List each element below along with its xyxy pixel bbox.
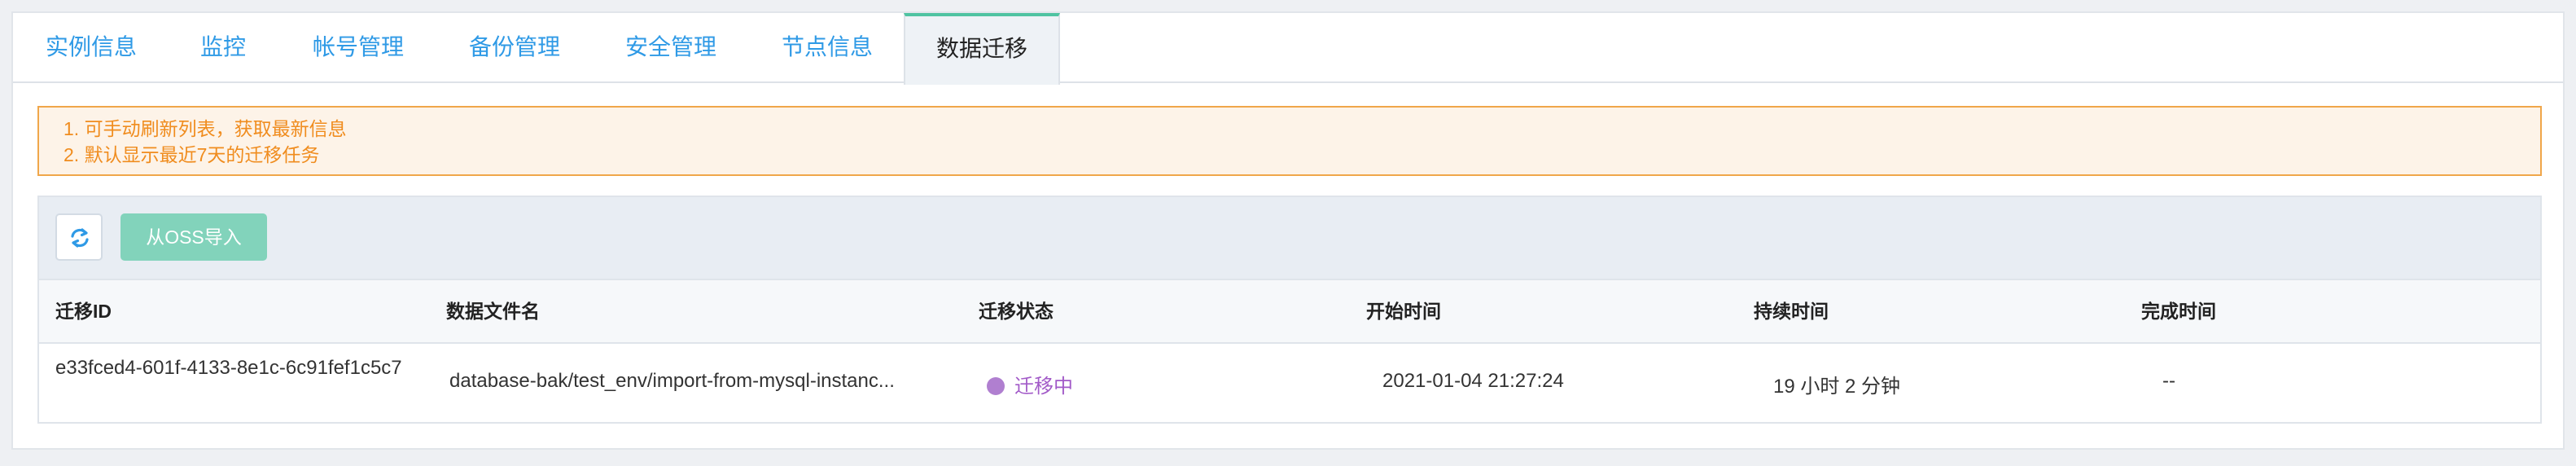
tab-monitoring[interactable]: 监控 <box>200 13 246 81</box>
migration-id-cell: e33fced4-601f-4133-8e1c-6c91fef1c5c7 <box>55 357 402 379</box>
column-header-start-time: 开始时间 <box>1366 301 1441 322</box>
instance-detail-page: 实例信息 监控 帐号管理 备份管理 安全管理 节点信息 数据迁移 1. 可手动刷… <box>11 11 2565 450</box>
column-header-finish-time: 完成时间 <box>2141 301 2216 322</box>
column-header-migration-status: 迁移状态 <box>979 301 1054 322</box>
column-header-file-name: 数据文件名 <box>446 301 540 322</box>
column-header-duration: 持续时间 <box>1754 301 1829 322</box>
tab-security-management[interactable]: 安全管理 <box>625 13 716 81</box>
status-text: 迁移中 <box>1014 376 1073 398</box>
refresh-icon <box>71 228 89 248</box>
import-from-oss-button[interactable]: 从OSS导入 <box>120 213 267 261</box>
tab-account-management[interactable]: 帐号管理 <box>313 13 404 81</box>
duration-cell: 19 小时 2 分钟 <box>1773 376 1901 398</box>
notice-line: 2. 默认显示最近7天的迁移任务 <box>64 144 320 165</box>
table-toolbar: 从OSS导入 <box>39 197 2540 279</box>
column-header-migration-id: 迁移ID <box>55 301 112 322</box>
start-time-cell: 2021-01-04 21:27:24 <box>1382 370 1564 392</box>
migration-table-panel: 从OSS导入 迁移ID 数据文件名 迁移状态 开始时间 持续时间 完成时间 e3… <box>37 196 2542 424</box>
notice-banner: 1. 可手动刷新列表，获取最新信息 2. 默认显示最近7天的迁移任务 <box>37 106 2542 176</box>
tab-bar: 实例信息 监控 帐号管理 备份管理 安全管理 节点信息 数据迁移 <box>13 13 2563 85</box>
migration-status-cell: 迁移中 <box>987 370 1073 398</box>
finish-time-cell: -- <box>2162 370 2175 392</box>
table-header: 迁移ID 数据文件名 迁移状态 开始时间 持续时间 完成时间 <box>39 279 2540 344</box>
tab-instance-info[interactable]: 实例信息 <box>46 13 137 81</box>
file-name-cell: database-bak/test_env/import-from-mysql-… <box>449 370 895 392</box>
refresh-button[interactable] <box>55 213 103 261</box>
tab-data-migration[interactable]: 数据迁移 <box>904 13 1060 85</box>
tab-node-info[interactable]: 节点信息 <box>782 13 873 81</box>
notice-line: 1. 可手动刷新列表，获取最新信息 <box>64 118 347 139</box>
status-dot-icon <box>987 377 1005 395</box>
table-row: e33fced4-601f-4133-8e1c-6c91fef1c5c7 dat… <box>39 344 2506 422</box>
tab-backup-management[interactable]: 备份管理 <box>469 13 560 81</box>
